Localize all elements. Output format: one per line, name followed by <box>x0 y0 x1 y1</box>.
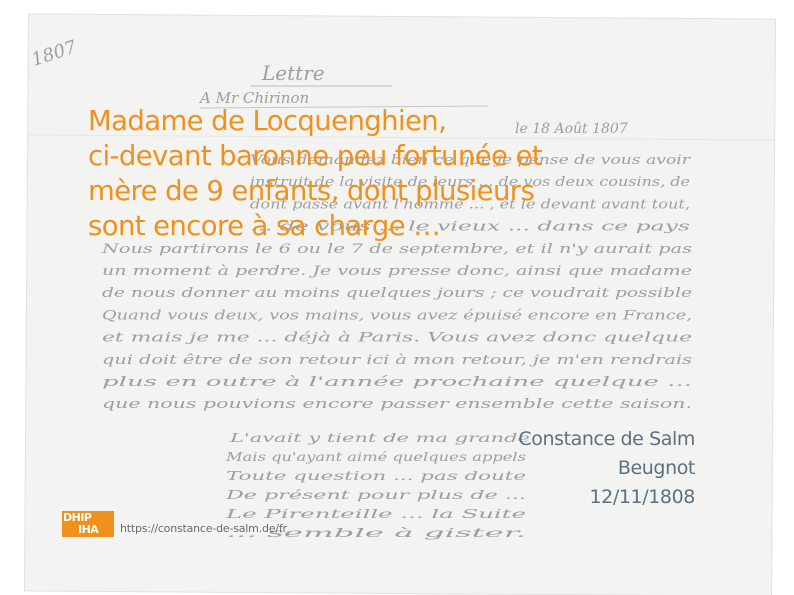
manuscript-line: Quand vous deux, vos mains, vous avez ép… <box>102 308 692 323</box>
logo-line-2: IHA <box>78 523 99 536</box>
manuscript-verse-line: Mais qu'ayant aimé quelques appels <box>225 450 526 464</box>
quote-line-3: mère de 9 enfants, dont plusieurs <box>88 175 535 207</box>
manuscript-year: 1807 <box>29 36 80 70</box>
dhip-iha-logo[interactable]: DHIP IHA <box>62 511 114 537</box>
caption-recipient: Beugnot <box>617 457 696 479</box>
quote-line-2: ci-devant baronne peu fortunée et <box>88 140 543 172</box>
manuscript-line: plus en outre à l'année prochaine quelqu… <box>102 375 692 390</box>
manuscript-line: et mais je me ... déjà à Paris. Vous ave… <box>102 331 693 346</box>
manuscript-verse-line: L'avait y tient de ma grande <box>228 431 530 445</box>
quote-block: Madame de Locquenghien, ci-devant baronn… <box>88 104 608 244</box>
manuscript-line: un moment à perdre. Je vous presse donc,… <box>102 264 692 279</box>
manuscript-verse-line: De présent pour plus de ... <box>224 488 526 502</box>
manuscript-line: Nous partirons le 6 ou le 7 de septembre… <box>101 242 693 257</box>
manuscript-heading: Lettre <box>261 61 325 85</box>
manuscript-line: que nous pouvions encore passer ensemble… <box>102 397 692 412</box>
slide: 1807 Lettre A Mr Chirinon le 18 Août 180… <box>0 0 794 595</box>
quote-line-4: sont encore à sa charge … <box>88 210 441 242</box>
letter-caption: Constance de Salm Beugnot 12/11/1808 <box>518 425 695 512</box>
manuscript-line: qui doit être de son retour ici à mon re… <box>102 353 692 368</box>
caption-author: Constance de Salm <box>518 428 695 450</box>
caption-date: 12/11/1808 <box>589 486 695 508</box>
manuscript-line: de nous donner au moins quelques jours ;… <box>102 286 692 301</box>
manuscript-verse-line: Le Pirenteille ... la Suite <box>224 507 526 521</box>
quote-line-1: Madame de Locquenghien, <box>88 105 447 137</box>
manuscript-verse-line: Toute question ... pas doute <box>226 469 526 483</box>
website-link[interactable]: https://constance-de-salm.de/fr <box>120 522 287 535</box>
